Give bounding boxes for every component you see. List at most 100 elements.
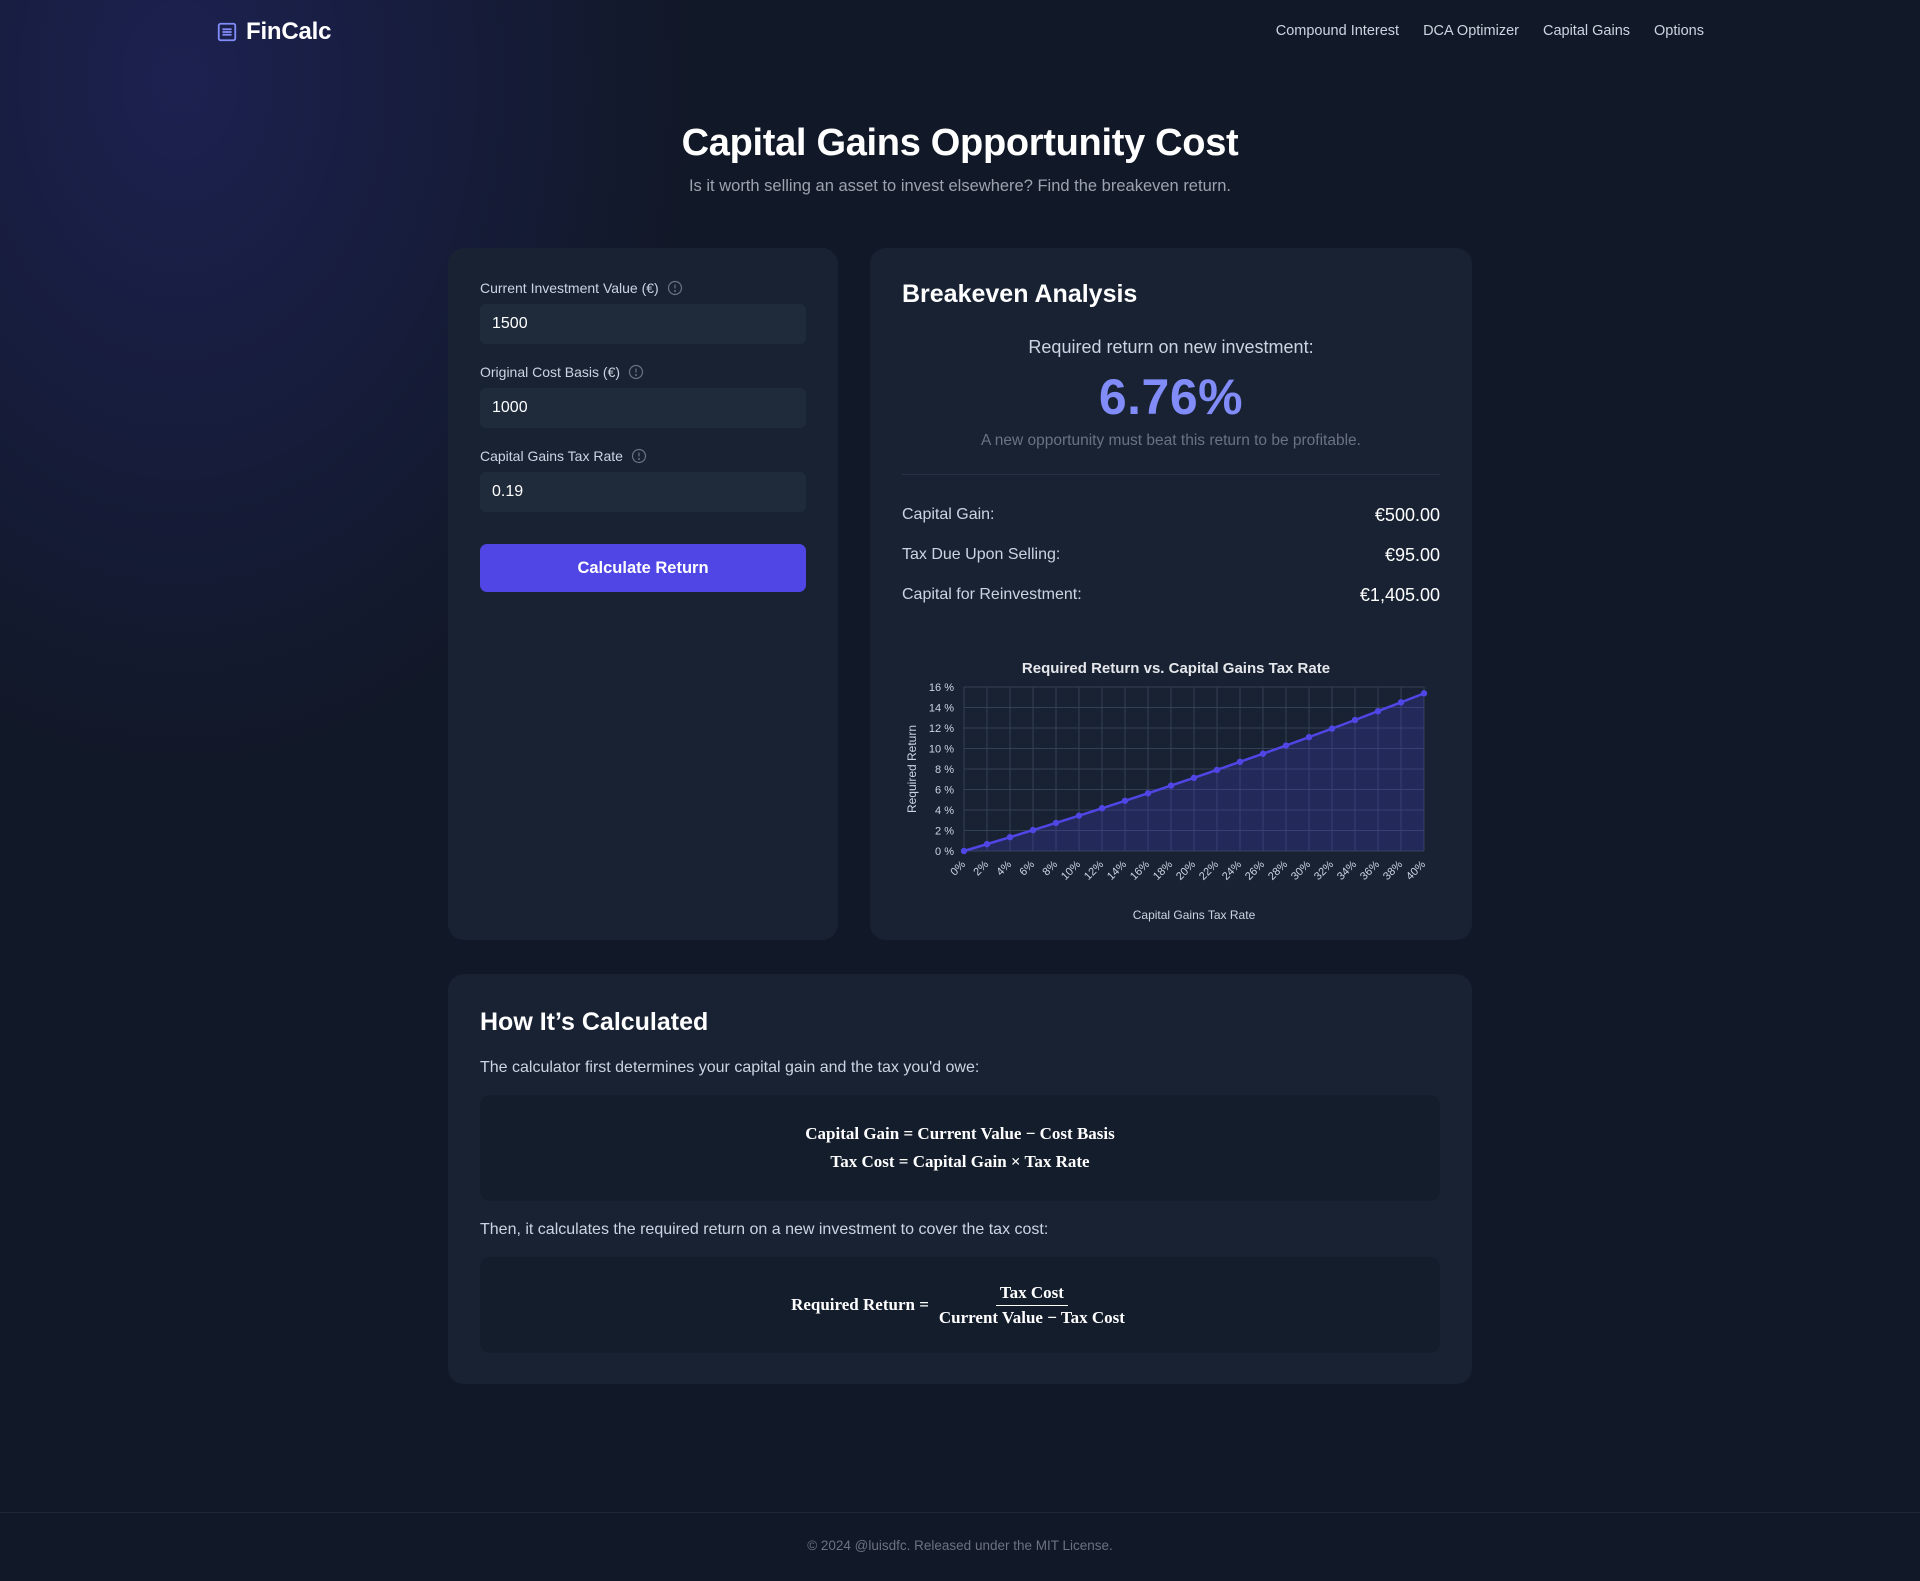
x-tick-label: 36% bbox=[1358, 858, 1382, 882]
cost-basis-label-row: Original Cost Basis (€) bbox=[480, 364, 806, 380]
stat-label: Capital Gain: bbox=[902, 506, 995, 523]
current-value-field: Current Investment Value (€) bbox=[480, 280, 806, 344]
cost-basis-input[interactable] bbox=[480, 388, 806, 428]
x-tick-label: 4% bbox=[994, 858, 1014, 878]
formula-capital-gain: Capital Gain = Current Value − Cost Basi… bbox=[805, 1124, 1115, 1143]
brand-name: FinCalc bbox=[246, 18, 332, 45]
formula-lhs: Required Return = bbox=[791, 1295, 929, 1314]
data-point bbox=[1236, 758, 1244, 766]
formula-numerator: Tax Cost bbox=[995, 1283, 1068, 1306]
data-point bbox=[1190, 774, 1198, 782]
stat-row-tax-due: Tax Due Upon Selling: €95.00 bbox=[902, 535, 1440, 575]
result-card: Breakeven Analysis Required return on ne… bbox=[870, 248, 1472, 940]
x-tick-label: 40% bbox=[1404, 858, 1428, 882]
data-point bbox=[1374, 707, 1382, 715]
how-title: How It’s Calculated bbox=[480, 1008, 709, 1036]
x-tick-label: 14% bbox=[1105, 858, 1129, 882]
y-tick-label: 16 % bbox=[929, 682, 954, 694]
stat-value: €95.00 bbox=[1384, 544, 1440, 565]
nav-link-capital-gains[interactable]: Capital Gains bbox=[1543, 23, 1630, 39]
info-icon[interactable] bbox=[628, 364, 644, 380]
x-tick-label: 20% bbox=[1174, 858, 1198, 882]
page-title: Capital Gains Opportunity Cost bbox=[681, 122, 1239, 164]
current-value-label: Current Investment Value (€) bbox=[480, 280, 659, 296]
current-value-input[interactable] bbox=[480, 304, 806, 344]
data-point bbox=[983, 840, 991, 848]
how-intro: The calculator first determines your cap… bbox=[480, 1059, 980, 1076]
current-value-label-row: Current Investment Value (€) bbox=[480, 280, 806, 296]
data-point bbox=[1006, 833, 1014, 841]
stat-row-reinvestment: Capital for Reinvestment: €1,405.00 bbox=[902, 575, 1440, 615]
divider bbox=[902, 474, 1440, 475]
formula-fraction: Tax Cost Current Value − Tax Cost bbox=[935, 1283, 1129, 1328]
nav-link-compound-interest[interactable]: Compound Interest bbox=[1276, 23, 1399, 39]
list-icon bbox=[217, 22, 237, 42]
data-point bbox=[1098, 805, 1106, 812]
x-tick-label: 10% bbox=[1059, 858, 1083, 882]
data-point bbox=[1282, 742, 1290, 749]
how-intro-2: Then, it calculates the required return … bbox=[480, 1221, 1049, 1238]
stat-label: Capital for Reinvestment: bbox=[902, 586, 1082, 603]
cost-basis-label: Original Cost Basis (€) bbox=[480, 364, 621, 380]
x-tick-label: 12% bbox=[1082, 858, 1106, 882]
data-point bbox=[1328, 725, 1336, 732]
formula-denominator: Current Value − Tax Cost bbox=[938, 1307, 1125, 1327]
x-tick-label: 24% bbox=[1220, 858, 1244, 882]
data-point bbox=[1351, 716, 1359, 724]
calculate-return-button[interactable]: Calculate Return bbox=[480, 544, 806, 592]
y-tick-label: 6 % bbox=[935, 785, 954, 797]
data-point bbox=[1213, 766, 1221, 774]
data-point bbox=[1075, 812, 1083, 819]
y-tick-label: 0 % bbox=[935, 846, 954, 858]
y-tick-label: 14 % bbox=[929, 703, 954, 715]
x-tick-label: 32% bbox=[1312, 858, 1336, 882]
page-subtitle: Is it worth selling an asset to invest e… bbox=[688, 177, 1232, 195]
required-return-label: Required return on new investment: bbox=[1028, 337, 1314, 357]
footer: © 2024 @luisdfc. Released under the MIT … bbox=[0, 1512, 1920, 1581]
stat-value: €500.00 bbox=[1374, 504, 1440, 525]
brand-logo[interactable]: FinCalc bbox=[216, 18, 331, 46]
hero: Capital Gains Opportunity Cost Is it wor… bbox=[0, 122, 1920, 196]
data-point bbox=[1167, 782, 1175, 789]
stat-row-capital-gain: Capital Gain: €500.00 bbox=[902, 495, 1440, 535]
nav-links: Compound Interest DCA Optimizer Capital … bbox=[1276, 23, 1704, 39]
info-icon[interactable] bbox=[667, 280, 683, 296]
how-card: How It’s Calculated The calculator first… bbox=[448, 974, 1472, 1384]
x-tick-label: 30% bbox=[1289, 858, 1313, 882]
breakeven-title: Breakeven Analysis bbox=[902, 280, 1138, 308]
x-tick-label: 38% bbox=[1381, 858, 1405, 882]
x-tick-label: 2% bbox=[971, 858, 991, 878]
required-return-note: A new opportunity must beat this return … bbox=[981, 432, 1361, 449]
x-tick-label: 28% bbox=[1266, 858, 1290, 882]
required-return-value: 6.76% bbox=[1098, 369, 1244, 425]
chart-title: Required Return vs. Capital Gains Tax Ra… bbox=[1022, 660, 1330, 677]
formula-tax-cost: Tax Cost = Capital Gain × Tax Rate bbox=[830, 1152, 1090, 1171]
nav-link-options[interactable]: Options bbox=[1654, 23, 1704, 39]
top-nav: FinCalc Compound Interest DCA Optimizer … bbox=[0, 0, 1920, 64]
tax-rate-field: Capital Gains Tax Rate bbox=[480, 448, 806, 512]
data-point bbox=[1259, 750, 1267, 757]
data-point bbox=[1144, 790, 1152, 797]
data-point bbox=[1420, 690, 1428, 697]
y-tick-label: 4 % bbox=[935, 805, 954, 817]
tax-rate-label: Capital Gains Tax Rate bbox=[480, 448, 623, 464]
x-tick-label: 22% bbox=[1197, 858, 1221, 882]
y-tick-label: 12 % bbox=[929, 723, 954, 735]
tax-rate-input[interactable] bbox=[480, 472, 806, 512]
x-tick-label: 16% bbox=[1128, 858, 1152, 882]
data-point bbox=[1029, 826, 1037, 834]
info-icon[interactable] bbox=[631, 448, 647, 464]
stat-label: Tax Due Upon Selling: bbox=[902, 546, 1061, 563]
input-card: Current Investment Value (€) Original Co… bbox=[448, 248, 838, 940]
y-tick-label: 8 % bbox=[935, 764, 954, 776]
nav-link-dca-optimizer[interactable]: DCA Optimizer bbox=[1423, 23, 1519, 39]
data-point bbox=[1052, 819, 1060, 827]
y-axis-label: Required Return bbox=[905, 725, 919, 813]
formula-box-gain: Capital Gain = Current Value − Cost Basi… bbox=[480, 1095, 1440, 1201]
x-tick-label: 0% bbox=[948, 858, 968, 878]
x-tick-label: 26% bbox=[1243, 858, 1267, 882]
data-point bbox=[1305, 733, 1313, 741]
x-tick-label: 8% bbox=[1040, 858, 1060, 878]
footer-text: © 2024 @luisdfc. Released under the MIT … bbox=[807, 1538, 1113, 1553]
cost-basis-field: Original Cost Basis (€) bbox=[480, 364, 806, 428]
